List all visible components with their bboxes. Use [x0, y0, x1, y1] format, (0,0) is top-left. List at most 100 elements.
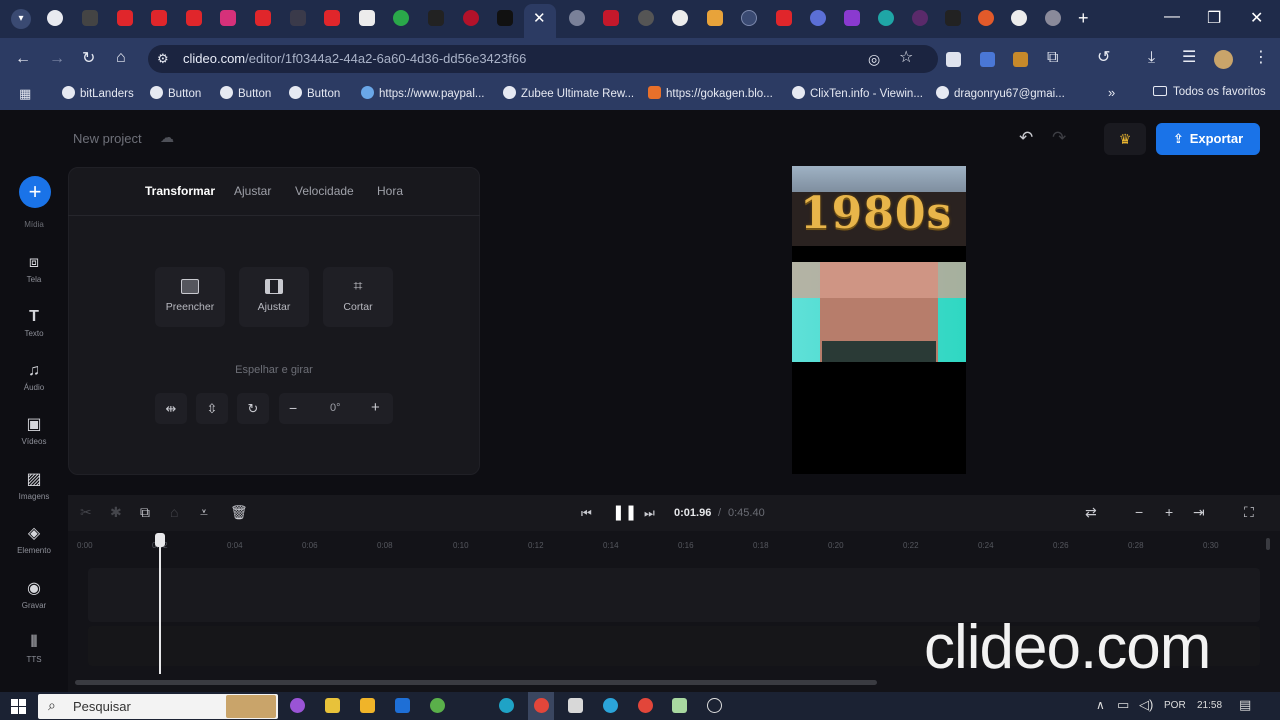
zoom-in-icon[interactable]: + — [1165, 504, 1173, 520]
restore-icon[interactable]: ❐ — [1207, 8, 1221, 28]
fullscreen-icon[interactable]: ⛶ — [1244, 504, 1254, 521]
more-bookmarks-icon[interactable]: » — [1108, 85, 1115, 100]
bookmark-item[interactable]: Button — [289, 86, 340, 100]
taskbar-app-icon[interactable] — [638, 698, 653, 713]
flip-horizontal-button[interactable]: ⇹ — [155, 393, 187, 424]
minimize-icon[interactable]: — — [1164, 8, 1180, 26]
bookmark-item[interactable]: bitLanders — [62, 86, 134, 100]
tab-favicon[interactable] — [82, 10, 98, 26]
tab-favicon-google[interactable] — [1011, 10, 1027, 26]
video-preview[interactable]: 1980s — [792, 166, 966, 474]
forward-icon[interactable]: → — [49, 49, 65, 69]
sidebar-item-texto[interactable]: T Texto — [0, 307, 68, 338]
tab-favicon-youtube[interactable] — [186, 10, 202, 26]
windows-start-icon[interactable] — [11, 699, 26, 719]
tab-favicon[interactable] — [359, 10, 375, 26]
skip-back-icon[interactable]: ⏮ — [581, 506, 592, 521]
apps-grid-icon[interactable]: ▦ — [19, 86, 31, 102]
tab-favicon[interactable] — [945, 10, 961, 26]
avatar[interactable] — [1214, 50, 1233, 69]
all-bookmarks[interactable]: Todos os favoritos — [1153, 86, 1266, 98]
duplicate-icon[interactable]: ⧉ — [140, 504, 150, 521]
redo-icon[interactable]: ↷ — [1052, 128, 1066, 148]
tab-favicon[interactable] — [393, 10, 409, 26]
fit-timeline-icon[interactable]: ⇥ — [1193, 504, 1205, 521]
rotate-increase-icon[interactable]: + — [371, 399, 380, 416]
taskbar-app-icon[interactable] — [672, 698, 687, 713]
bookmark-item[interactable]: Button — [220, 86, 271, 100]
tab-favicon-youtube[interactable] — [151, 10, 167, 26]
bookmark-item[interactable]: ClixTen.info - Viewin... — [792, 86, 923, 100]
sidebar-item-imagens[interactable]: ▨ Imagens — [0, 470, 68, 501]
extension-icon[interactable] — [980, 52, 995, 67]
bookmark-item[interactable]: https://gokagen.blo... — [648, 86, 773, 100]
tab-favicon[interactable] — [810, 10, 826, 26]
fill-button[interactable]: Preencher — [155, 267, 225, 327]
close-tab-icon[interactable]: ✕ — [533, 9, 546, 27]
taskbar-app-icon[interactable] — [395, 698, 410, 713]
rotate-decrease-icon[interactable]: − — [289, 400, 297, 416]
home-icon[interactable]: ⌂ — [116, 48, 126, 68]
undo-icon[interactable]: ↶ — [1019, 128, 1033, 148]
sidebar-item-audio[interactable]: ♫ Áudio — [0, 361, 68, 392]
clock[interactable]: 21:58 — [1197, 700, 1222, 711]
tab-hora[interactable]: Hora — [377, 184, 403, 198]
tab-favicon[interactable] — [603, 10, 619, 26]
rotate-button[interactable]: ↻ — [237, 393, 269, 424]
tab-favicon-tiktok[interactable] — [497, 10, 513, 26]
tab-favicon[interactable] — [638, 10, 654, 26]
flip-vertical-button[interactable]: ⇳ — [196, 393, 228, 424]
tab-favicon[interactable] — [844, 10, 860, 26]
sidebar-item-videos[interactable]: ▣ Vídeos — [0, 415, 68, 446]
playhead-handle[interactable] — [155, 533, 165, 547]
crop-button[interactable]: ⌗ Cortar — [323, 267, 393, 327]
cast-icon[interactable]: ☰ — [1182, 48, 1196, 68]
lift-icon[interactable]: ⌂ — [170, 504, 178, 520]
zoom-out-icon[interactable]: − — [1135, 504, 1143, 520]
tab-favicon[interactable] — [290, 10, 306, 26]
star-icon[interactable]: ☆ — [899, 48, 913, 68]
bookmark-item[interactable]: Zubee Ultimate Rew... — [503, 86, 634, 100]
adjust-icon[interactable]: ⇄ — [1085, 504, 1097, 521]
url-text[interactable]: clideo.com/editor/1f0344a2-44a2-6a60-4d3… — [183, 51, 526, 66]
download-icon[interactable]: ⤓ — [1148, 48, 1155, 68]
sidebar-item-elemento[interactable]: ◈ Elemento — [0, 524, 68, 555]
history-icon[interactable]: ↺ — [1097, 48, 1110, 68]
site-info-icon[interactable]: ⚙ — [157, 49, 169, 69]
playhead[interactable] — [159, 540, 161, 674]
reload-icon[interactable]: ↻ — [82, 49, 95, 69]
skip-forward-icon[interactable]: ⏭ — [644, 506, 655, 521]
tab-favicon-youtube[interactable] — [255, 10, 271, 26]
extension-icon[interactable] — [946, 52, 961, 67]
settings-icon[interactable] — [707, 698, 722, 713]
tab-favicon[interactable] — [707, 10, 723, 26]
pause-button[interactable]: ❚❚ — [612, 503, 637, 521]
fit-button[interactable]: Ajustar — [239, 267, 309, 327]
close-window-icon[interactable]: ✕ — [1250, 8, 1263, 28]
collapse-icon[interactable]: ⩡ — [200, 504, 208, 521]
tab-favicon[interactable] — [978, 10, 994, 26]
puzzle-icon[interactable]: ⧉ — [1047, 48, 1058, 68]
network-icon[interactable]: ▭ — [1117, 697, 1129, 713]
bookmark-item[interactable]: Button — [150, 86, 201, 100]
language-indicator[interactable]: POR — [1164, 700, 1186, 711]
tab-favicon-youtube[interactable] — [117, 10, 133, 26]
tab-transformar[interactable]: Transformar — [145, 184, 215, 198]
tab-favicon[interactable] — [428, 10, 444, 26]
taskbar-app-icon[interactable] — [430, 698, 445, 713]
chrome-icon[interactable] — [534, 698, 549, 713]
taskbar-app-icon[interactable] — [290, 698, 305, 713]
premium-crown-button[interactable]: ♛ — [1104, 123, 1146, 155]
tab-favicon-youtube[interactable] — [776, 10, 792, 26]
volume-icon[interactable]: ◁) — [1139, 697, 1153, 713]
tab-ajustar[interactable]: Ajustar — [234, 184, 271, 198]
taskbar-app-icon[interactable] — [568, 698, 583, 713]
tab-favicon[interactable] — [569, 10, 585, 26]
sidebar-item-gravar[interactable]: ◉ Gravar — [0, 579, 68, 610]
back-icon[interactable]: ← — [15, 49, 31, 69]
tab-favicon[interactable] — [672, 10, 688, 26]
tray-chevron-icon[interactable]: ∧ — [1096, 698, 1105, 712]
new-tab-icon[interactable]: + — [1078, 8, 1089, 29]
taskbar-app-icon[interactable] — [325, 698, 340, 713]
taskbar-app-icon[interactable] — [603, 698, 618, 713]
